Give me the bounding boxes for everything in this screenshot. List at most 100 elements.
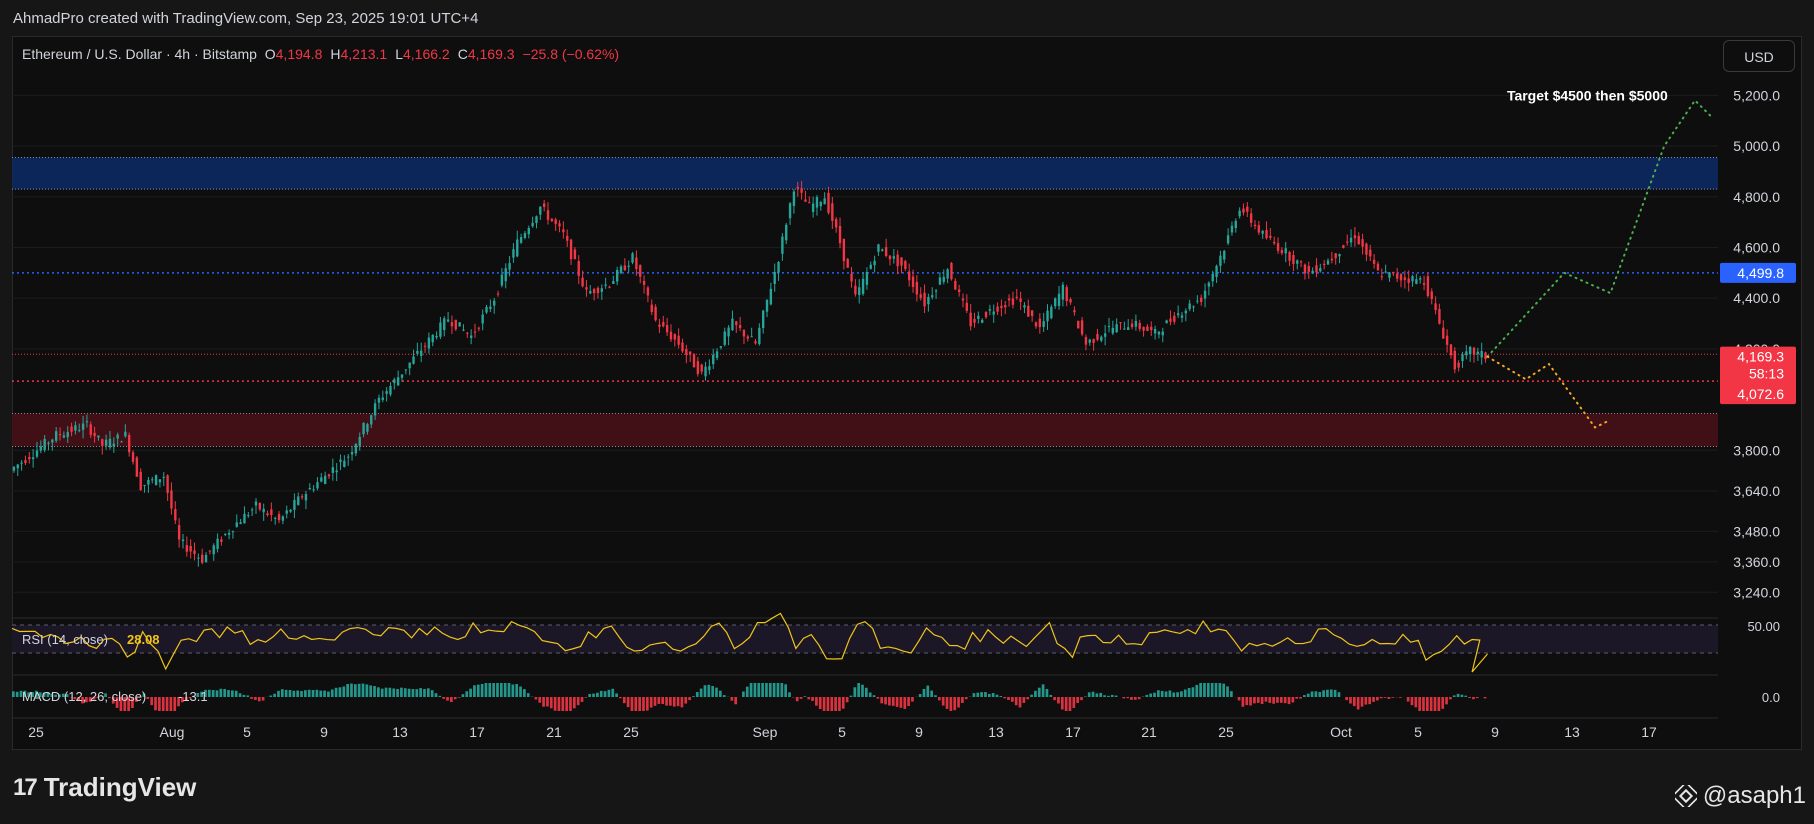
macd-histogram-bar <box>158 697 161 711</box>
candle-body <box>147 479 150 485</box>
macd-histogram-bar <box>853 687 857 697</box>
candle-body <box>224 533 227 535</box>
candle-body <box>1434 303 1437 311</box>
macd-histogram-bar <box>1295 697 1299 699</box>
candle-body <box>1207 282 1211 287</box>
x-tick-label: 17 <box>1641 724 1657 740</box>
macd-histogram-bar <box>1030 694 1033 697</box>
candle-body <box>450 322 454 327</box>
candle-body <box>523 233 527 238</box>
macd-histogram-bar <box>307 689 311 697</box>
candle-body <box>396 377 400 386</box>
candle-body <box>1253 224 1257 227</box>
macd-histogram-bar <box>546 697 549 707</box>
macd-histogram-bar <box>1318 691 1322 697</box>
candle-body <box>892 256 896 259</box>
rsi-axis-label: 50.00 <box>1747 619 1780 634</box>
candle-body <box>258 502 262 510</box>
candle-body <box>931 295 934 298</box>
macd-histogram-bar <box>250 697 253 699</box>
candle-body <box>792 191 796 206</box>
candle-body <box>692 354 696 368</box>
candle-body <box>1119 322 1122 324</box>
macd-histogram-bar <box>961 697 964 703</box>
candle-body <box>427 337 431 349</box>
candle-body <box>508 263 511 270</box>
macd-histogram-bar <box>1460 694 1464 697</box>
candle-body <box>550 218 554 222</box>
macd-histogram-bar <box>380 688 384 697</box>
candle-body <box>542 203 546 207</box>
candle-body <box>1184 310 1188 314</box>
candle-body <box>43 439 46 451</box>
macd-histogram-bar <box>257 697 261 702</box>
macd-histogram-bar <box>1329 689 1333 697</box>
candle-body <box>573 249 577 260</box>
macd-histogram-bar <box>1372 697 1375 702</box>
macd-histogram-bar <box>538 697 542 703</box>
candle-body <box>289 509 292 512</box>
candle-body <box>1142 327 1145 331</box>
candle-body <box>600 288 603 292</box>
macd-histogram-bar <box>553 697 557 711</box>
macd-histogram-bar <box>688 697 691 701</box>
high-value: 4,213.1 <box>340 46 388 62</box>
candle-body <box>1169 318 1172 322</box>
macd-histogram-bar <box>841 697 845 709</box>
candle-body <box>1365 243 1368 255</box>
macd-histogram-bar <box>768 683 772 697</box>
price-chart[interactable]: Target $4500 then $5000 5,200.0 5,000.0 4,… <box>0 0 1814 824</box>
candle-body <box>39 446 43 451</box>
macd-histogram-bar <box>672 697 676 707</box>
candle-body <box>1338 254 1341 257</box>
macd-histogram-bar <box>803 696 807 697</box>
open-label: O <box>264 46 276 62</box>
candle-body <box>108 438 112 448</box>
candle-body <box>469 335 473 339</box>
candle-body <box>865 271 869 285</box>
macd-histogram-bar <box>407 688 411 697</box>
candle-body <box>1322 263 1326 265</box>
candle-body <box>389 385 392 395</box>
candle-body <box>635 257 638 270</box>
close-label: C <box>457 46 468 62</box>
candle-body <box>938 277 942 285</box>
symbol-legend: Ethereum / U.S. Dollar · 4h · Bitstamp O… <box>22 46 619 62</box>
macd-histogram-bar <box>1352 697 1356 707</box>
candle-body <box>93 432 96 437</box>
candle-body <box>185 545 189 552</box>
candle-body <box>466 332 469 334</box>
candle-body <box>473 331 477 333</box>
candle-body <box>585 287 588 290</box>
macd-histogram-bar <box>1218 683 1222 697</box>
rsi-label: RSI (14, close) <box>22 632 108 647</box>
macd-histogram-bar <box>1041 684 1045 697</box>
macd-histogram-bar <box>934 695 937 697</box>
candle-body <box>446 319 450 322</box>
candle-body <box>1273 241 1276 244</box>
candle-body <box>51 439 54 443</box>
macd-histogram-bar <box>799 697 803 699</box>
macd-histogram-bar <box>615 693 618 697</box>
candle-body <box>1261 230 1264 234</box>
macd-histogram-bar <box>1095 693 1099 697</box>
candle-body <box>1315 265 1318 273</box>
high-label: H <box>330 46 341 62</box>
candle-body <box>735 321 738 326</box>
macd-histogram-bar <box>945 697 949 709</box>
x-tick-label: Oct <box>1330 724 1352 740</box>
tradingview-brand[interactable]: 17 TradingView <box>13 772 196 803</box>
binance-icon <box>1674 785 1697 807</box>
macd-histogram-bar <box>749 683 753 697</box>
macd-histogram-bar <box>1368 697 1372 705</box>
macd-histogram-bar <box>991 693 995 697</box>
candle-body <box>769 288 773 305</box>
macd-histogram-bar <box>515 684 519 697</box>
candle-body <box>1042 321 1045 328</box>
candle-body <box>339 459 342 462</box>
macd-histogram-bar <box>861 684 864 697</box>
candle-body <box>1065 287 1068 302</box>
macd-histogram-bar <box>730 697 734 701</box>
candle-body <box>1080 320 1084 335</box>
currency-button[interactable]: USD <box>1723 40 1795 72</box>
